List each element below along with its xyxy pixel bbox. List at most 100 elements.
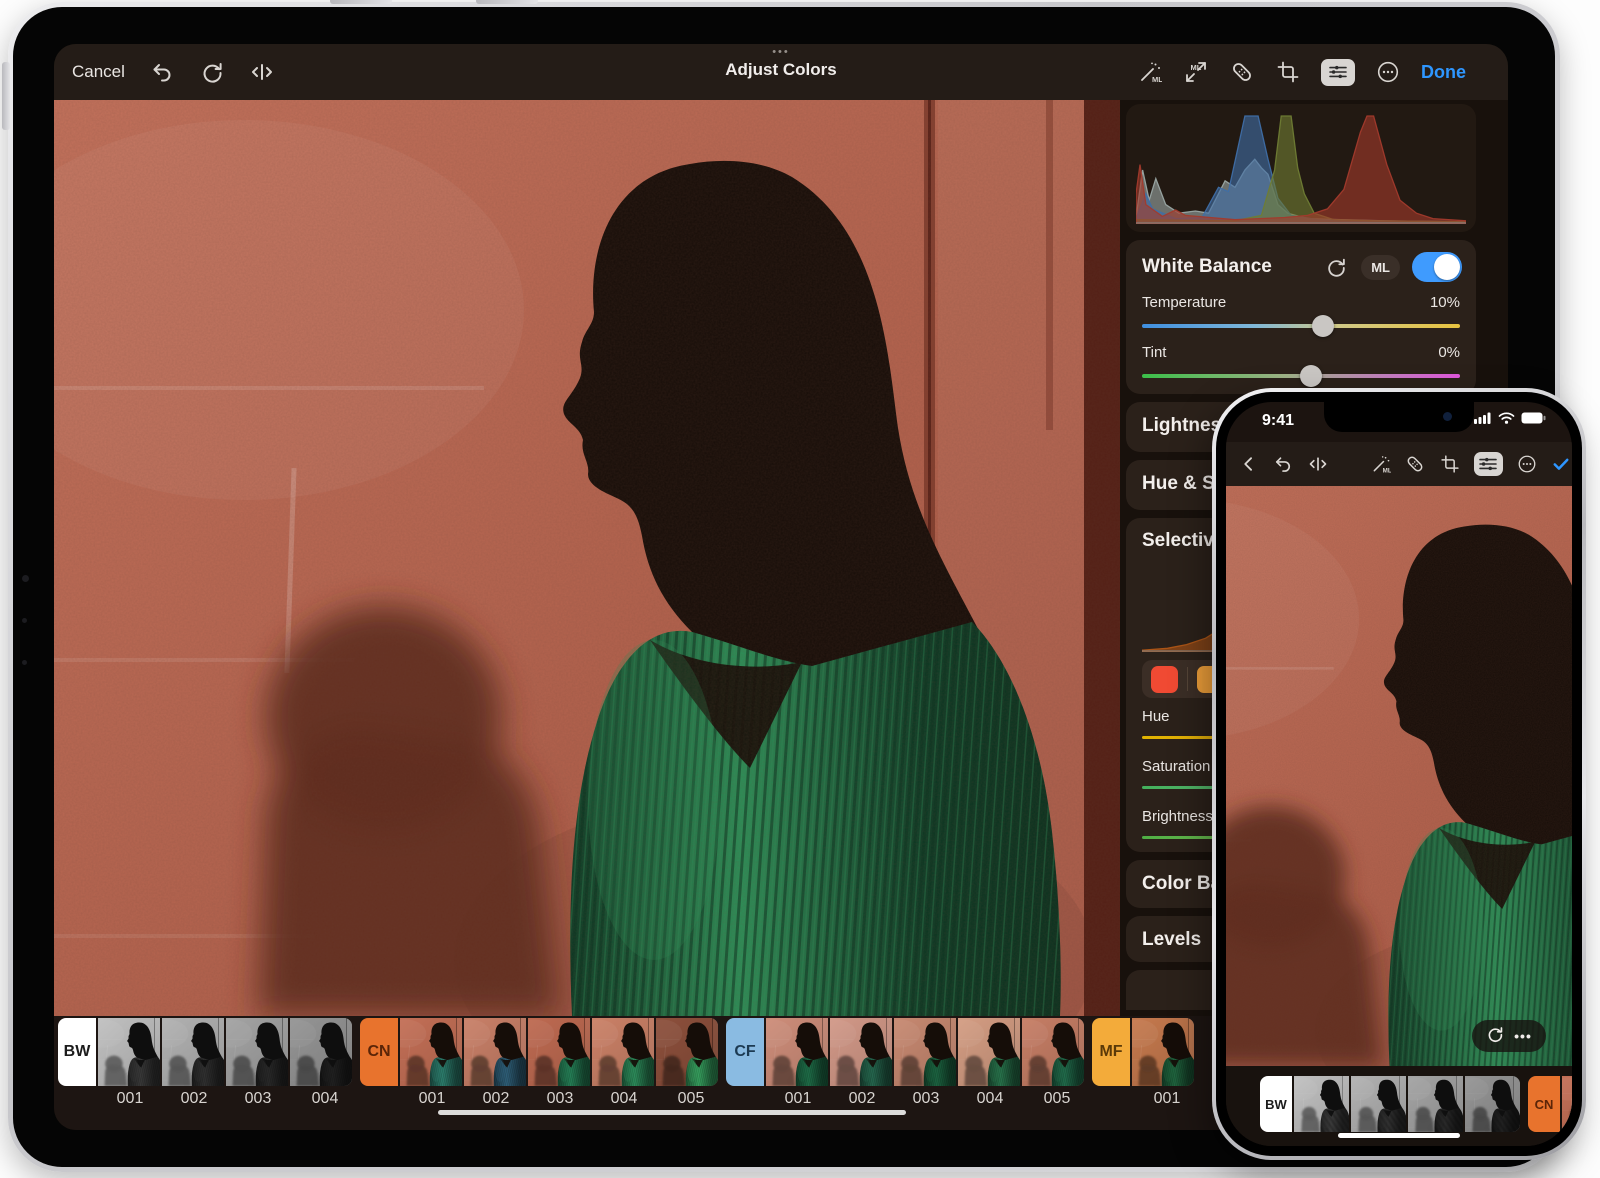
filter-thumb-cf-005[interactable]: 005 [1022, 1018, 1092, 1108]
filter-group-tile-cf[interactable]: CF [726, 1018, 766, 1108]
filter-thumb-cn-005[interactable]: 005 [656, 1018, 726, 1108]
crop-icon[interactable] [1275, 59, 1301, 85]
filter-group-label: BW [58, 1018, 96, 1086]
svg-text:ML: ML [1383, 467, 1391, 474]
cancel-button[interactable]: Cancel [72, 62, 125, 82]
filter-thumb-bw-4[interactable] [1465, 1076, 1528, 1132]
crop-icon[interactable] [1439, 453, 1461, 475]
filter-thumbnail-image [464, 1018, 526, 1086]
filmstrip-scrollbar[interactable] [438, 1110, 906, 1115]
swatch-divider [1187, 667, 1188, 691]
filter-thumb-number: 002 [483, 1086, 510, 1108]
filter-group-tile-bw[interactable]: BW [1260, 1076, 1294, 1132]
more-icon[interactable] [1516, 453, 1538, 475]
ipad-volume-button [2, 62, 10, 130]
reset-icon[interactable] [1486, 1025, 1504, 1048]
filter-thumbnail-image [1465, 1076, 1520, 1132]
filter-thumb-cf-001[interactable]: 001 [766, 1018, 830, 1108]
filter-thumb-bw-3[interactable] [1408, 1076, 1465, 1132]
filter-thumb-number: 002 [849, 1086, 876, 1108]
filter-thumb-cn-001[interactable]: 001 [400, 1018, 464, 1108]
filter-thumbnail-image [1294, 1076, 1349, 1132]
desktop-canvas: Cancel ••• Adjust Colors [0, 0, 1600, 1178]
adjust-icon[interactable] [1321, 59, 1355, 86]
filter-thumb-bw-1[interactable] [1294, 1076, 1351, 1132]
filter-thumb-cn-003[interactable]: 003 [528, 1018, 592, 1108]
redo-icon[interactable] [199, 59, 225, 85]
repair-icon[interactable] [1405, 453, 1427, 475]
filter-thumb-number: 001 [785, 1086, 812, 1108]
filter-thumb-bw-002[interactable]: 002 [162, 1018, 226, 1108]
filter-thumb-cf-002[interactable]: 002 [830, 1018, 894, 1108]
filter-group-tile-bw[interactable]: BW [58, 1018, 98, 1108]
ml-toggle-button[interactable]: ML [1361, 255, 1400, 280]
page-title: Adjust Colors [725, 60, 836, 80]
more-dots-icon[interactable]: ••• [1514, 1031, 1532, 1041]
filter-group-label: BW [1260, 1076, 1292, 1132]
compare-icon[interactable] [1307, 453, 1329, 475]
filter-thumb-number: 001 [117, 1086, 144, 1108]
photo-canvas[interactable] [1226, 486, 1572, 1066]
filter-thumbnail-image [1351, 1076, 1406, 1132]
ipad-top-button [330, 0, 392, 4]
filter-thumb-number: 004 [611, 1086, 638, 1108]
undo-icon[interactable] [149, 59, 175, 85]
filter-thumb-cf-004[interactable]: 004 [958, 1018, 1022, 1108]
ml-enhance-icon[interactable]: ML [1137, 59, 1163, 85]
temperature-slider[interactable] [1142, 324, 1460, 328]
filter-thumbnail-image [98, 1018, 160, 1086]
filter-group-label: CN [1528, 1076, 1560, 1132]
filter-thumb-cn-002[interactable]: 002 [464, 1018, 528, 1108]
iphone-screen: 9:41 ML [1226, 402, 1572, 1146]
filter-thumb-number: 005 [678, 1086, 705, 1108]
ml-resize-icon[interactable]: ML [1183, 59, 1209, 85]
filter-thumb-number: 001 [1154, 1086, 1181, 1108]
tint-slider-thumb[interactable] [1300, 365, 1322, 387]
ipad-sensor-dot [22, 618, 27, 623]
ml-enhance-icon[interactable]: ML [1370, 453, 1392, 475]
filter-thumb-bw-003[interactable]: 003 [226, 1018, 290, 1108]
repair-icon[interactable] [1229, 59, 1255, 85]
compare-icon[interactable] [249, 59, 275, 85]
filter-thumbnail-image [894, 1018, 956, 1086]
histogram-panel [1126, 104, 1476, 232]
red-swatch[interactable] [1151, 666, 1178, 693]
done-button[interactable]: Done [1421, 62, 1466, 83]
ipad-top-button-2 [476, 0, 538, 4]
adjust-icon[interactable] [1474, 452, 1503, 476]
home-indicator[interactable] [1338, 1133, 1460, 1138]
back-icon[interactable] [1238, 453, 1260, 475]
filter-thumbnail-image [1022, 1018, 1084, 1086]
filter-thumb-bw-001[interactable]: 001 [98, 1018, 162, 1108]
ipad-camera-dot [22, 575, 29, 582]
filter-thumb-mf-001[interactable]: 001 [1132, 1018, 1202, 1108]
more-icon[interactable] [1375, 59, 1401, 85]
filter-thumb-number: 005 [1044, 1086, 1071, 1108]
filter-thumb-number: 003 [245, 1086, 272, 1108]
filter-thumb-bw-2[interactable] [1351, 1076, 1408, 1132]
filter-thumb-cn-004[interactable]: 004 [592, 1018, 656, 1108]
wifi-icon [1498, 412, 1515, 424]
filter-group-label: MF [1092, 1018, 1130, 1086]
photo-canvas[interactable] [54, 100, 1120, 1016]
filmstrip-items: BW 001 [58, 1018, 1202, 1108]
photo-overlay-controls: ••• [1472, 1020, 1546, 1052]
filter-thumb-bw-004[interactable]: 004 [290, 1018, 360, 1108]
iphone-device: 9:41 ML [1212, 388, 1586, 1160]
filter-group-tile-cn[interactable]: CN [360, 1018, 400, 1108]
undo-icon[interactable] [1273, 453, 1295, 475]
overflow-dots-icon[interactable]: ••• [725, 47, 836, 57]
confirm-icon[interactable] [1550, 453, 1572, 475]
ipad-toolbar: Cancel ••• Adjust Colors [54, 44, 1508, 100]
filter-group-tile-cn[interactable]: CN [1528, 1076, 1562, 1132]
reset-icon[interactable] [1323, 254, 1349, 280]
rgb-histogram [1136, 112, 1466, 224]
filter-group-label: CF [726, 1018, 764, 1086]
filter-thumb-cn-1[interactable] [1562, 1076, 1572, 1132]
tint-slider[interactable] [1142, 374, 1460, 378]
filter-group-tile-mf[interactable]: MF [1092, 1018, 1132, 1108]
white-balance-switch[interactable] [1412, 252, 1462, 282]
temperature-slider-thumb[interactable] [1312, 315, 1334, 337]
filter-thumb-number: 003 [547, 1086, 574, 1108]
filter-thumb-cf-003[interactable]: 003 [894, 1018, 958, 1108]
